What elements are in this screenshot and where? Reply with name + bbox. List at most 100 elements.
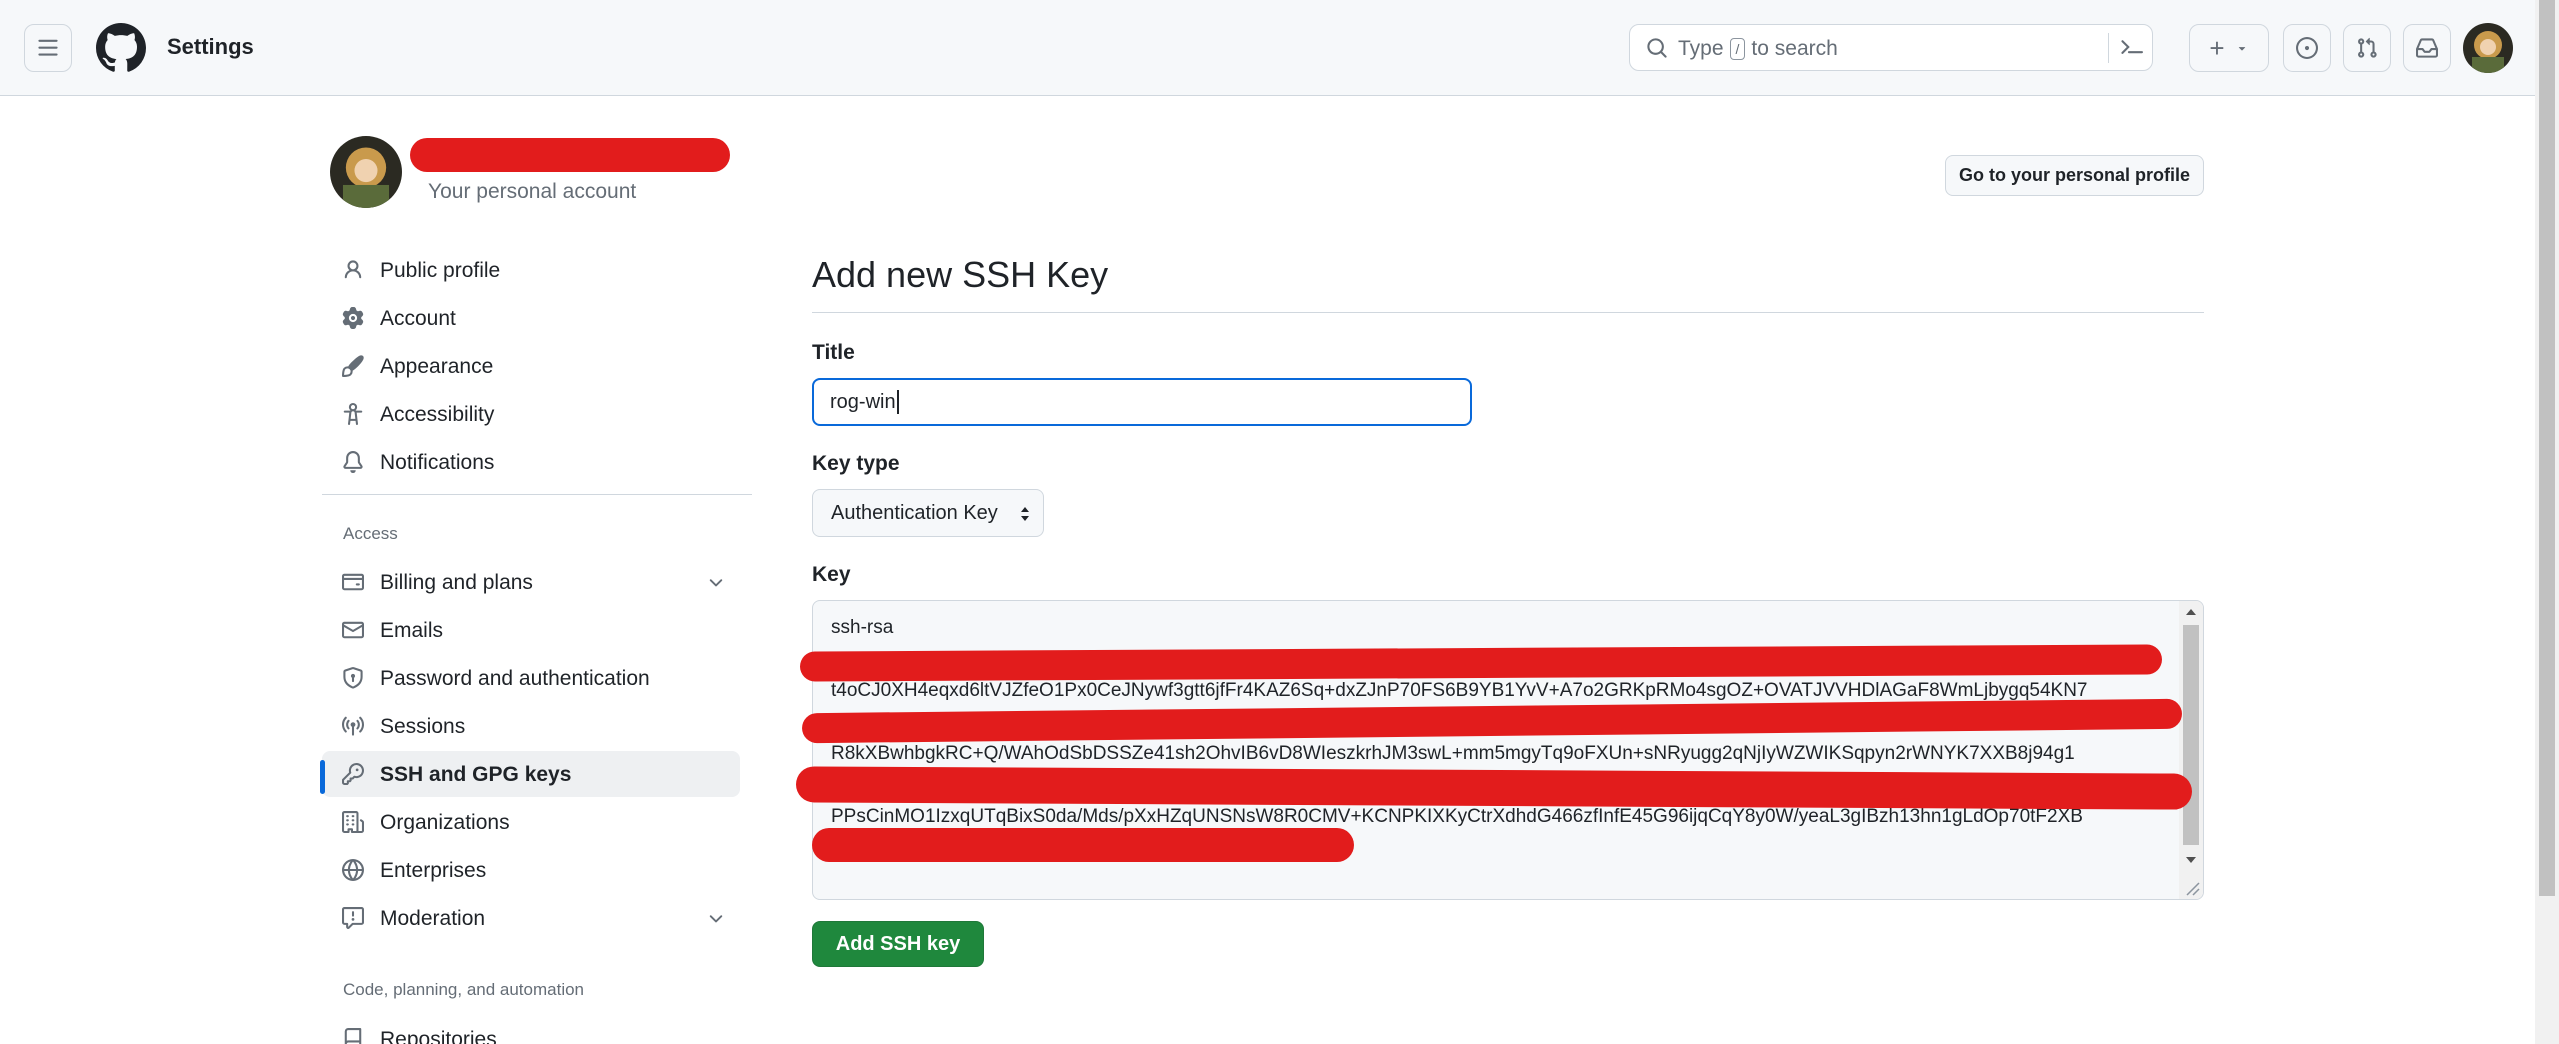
account-subtitle: Your personal account: [428, 180, 637, 203]
redaction-mark: [795, 766, 2193, 810]
key-type-select[interactable]: Authentication Key: [812, 489, 1044, 537]
github-logo-icon[interactable]: [96, 23, 146, 73]
sidebar-item-label: Password and authentication: [380, 667, 650, 690]
resize-handle-icon[interactable]: [2181, 877, 2201, 897]
command-palette-icon[interactable]: [2121, 36, 2143, 58]
issue-opened-icon: [2296, 37, 2318, 59]
sidebar-item-ssh-gpg-keys[interactable]: SSH and GPG keys: [322, 751, 740, 797]
accessibility-icon: [343, 403, 363, 425]
broadcast-icon: [342, 716, 364, 736]
chevron-down-icon: [2238, 47, 2245, 51]
title-field-value: rog-win: [830, 390, 896, 413]
sidebar-item-repositories[interactable]: Repositories: [322, 1016, 740, 1044]
sidebar-item-label: Organizations: [380, 811, 510, 834]
sidebar-item-moderation[interactable]: Moderation: [322, 895, 740, 941]
redacted-username: [410, 138, 730, 172]
credit-card-icon: [342, 573, 364, 591]
sidebar-item-label: Accessibility: [380, 403, 495, 426]
sidebar-item-label: Account: [380, 307, 456, 330]
app-header: Settings Type / to search +: [0, 0, 2535, 96]
sidebar-item-emails[interactable]: Emails: [322, 607, 740, 653]
profile-avatar: [330, 136, 402, 208]
search-divider: [2108, 33, 2109, 63]
active-indicator: [320, 760, 325, 794]
page-context-title[interactable]: Settings: [167, 34, 254, 60]
page-scrollbar-thumb[interactable]: [2539, 0, 2555, 896]
issues-button[interactable]: [2283, 24, 2331, 72]
key-type-label: Key type: [812, 452, 900, 475]
bell-icon: [343, 451, 363, 473]
redaction-mark: [812, 828, 1354, 862]
select-arrows-icon: [1021, 507, 1029, 521]
avatar-image-icon: [330, 136, 402, 208]
hamburger-icon: [38, 39, 58, 56]
search-placeholder: Type / to search: [1678, 37, 1838, 61]
sidebar-item-label: Emails: [380, 619, 444, 642]
sidebar-item-label: Notifications: [380, 451, 495, 474]
pull-requests-button[interactable]: [2343, 24, 2391, 72]
sidebar-item-password[interactable]: Password and authentication: [322, 655, 740, 701]
sidebar-item-label: Appearance: [380, 355, 494, 378]
inbox-button[interactable]: [2403, 24, 2451, 72]
page-title: Add new SSH Key: [812, 254, 1109, 295]
sidebar-item-notifications[interactable]: Notifications: [322, 439, 740, 485]
sidebar-group-access: Access: [343, 524, 398, 543]
menu-button[interactable]: [24, 24, 72, 72]
git-pull-request-icon: [2358, 37, 2377, 58]
organization-icon: [342, 811, 364, 833]
search-shortcut-key: /: [1729, 38, 1746, 60]
title-field[interactable]: rog-win: [812, 378, 1472, 426]
chevron-down-icon[interactable]: [706, 909, 726, 929]
sidebar-item-organizations[interactable]: Organizations: [322, 799, 740, 845]
sidebar-item-public-profile[interactable]: Public profile: [322, 247, 740, 293]
sidebar-item-label: Billing and plans: [380, 571, 533, 594]
paintbrush-icon: [342, 355, 364, 377]
sidebar-divider: [322, 494, 752, 495]
textarea-scrollbar-thumb[interactable]: [2183, 625, 2199, 845]
sidebar-item-label: Sessions: [380, 715, 466, 738]
key-type-value: Authentication Key: [831, 501, 998, 524]
create-new-button[interactable]: +: [2189, 24, 2269, 72]
scroll-up-icon[interactable]: [2179, 603, 2203, 623]
sidebar-item-label: Moderation: [380, 907, 486, 930]
text-caret: [896, 390, 899, 414]
gear-icon: [342, 307, 364, 329]
key-label: Key: [812, 563, 851, 586]
globe-icon: [342, 859, 364, 881]
mail-icon: [342, 621, 364, 639]
sidebar-item-billing[interactable]: Billing and plans: [322, 559, 740, 605]
title-divider: [812, 312, 2204, 313]
search-placeholder-suffix: to search: [1751, 37, 1838, 60]
key-line: R8kXBwhbgkRC+Q/WAhOdSbDSSZe41sh2OhvIB6vD…: [831, 743, 2075, 764]
inbox-icon: [2416, 38, 2438, 58]
sidebar-item-label: Enterprises: [380, 859, 487, 882]
user-avatar[interactable]: [2463, 23, 2513, 73]
search-input[interactable]: Type / to search: [1629, 24, 2153, 71]
key-line: PPsCinMO1IzxqUTqBixS0da/Mds/pXxHZqUNSNsW…: [831, 806, 2083, 827]
sidebar-item-sessions[interactable]: Sessions: [322, 703, 740, 749]
plus-icon: +: [2209, 32, 2225, 63]
add-ssh-key-button[interactable]: Add SSH key: [812, 921, 984, 967]
chevron-down-icon[interactable]: [706, 573, 726, 593]
sidebar-item-account[interactable]: Account: [322, 295, 740, 341]
search-placeholder-prefix: Type: [1678, 37, 1724, 60]
textarea-scrollbar[interactable]: [2179, 601, 2203, 899]
sidebar-item-accessibility[interactable]: Accessibility: [322, 391, 740, 437]
avatar-image-icon: [2463, 23, 2513, 73]
sidebar-item-label: Repositories: [380, 1028, 497, 1044]
key-line: t4oCJ0XH4eqxd6ltVJZfeO1Px0CeJNywf3gtt6jf…: [831, 680, 2088, 701]
scroll-down-icon[interactable]: [2179, 849, 2203, 869]
person-icon: [344, 260, 362, 279]
report-icon: [342, 907, 364, 929]
key-icon: [342, 763, 364, 785]
go-to-profile-button[interactable]: Go to your personal profile: [1945, 155, 2204, 196]
shield-lock-icon: [343, 667, 363, 689]
repo-icon: [344, 1028, 362, 1044]
page-scrollbar[interactable]: [2535, 0, 2559, 1044]
title-label: Title: [812, 341, 855, 364]
sidebar-group-code: Code, planning, and automation: [343, 980, 585, 999]
search-icon: [1647, 38, 1667, 58]
sidebar-item-enterprises[interactable]: Enterprises: [322, 847, 740, 893]
key-line: ssh-rsa: [831, 617, 894, 638]
sidebar-item-appearance[interactable]: Appearance: [322, 343, 740, 389]
